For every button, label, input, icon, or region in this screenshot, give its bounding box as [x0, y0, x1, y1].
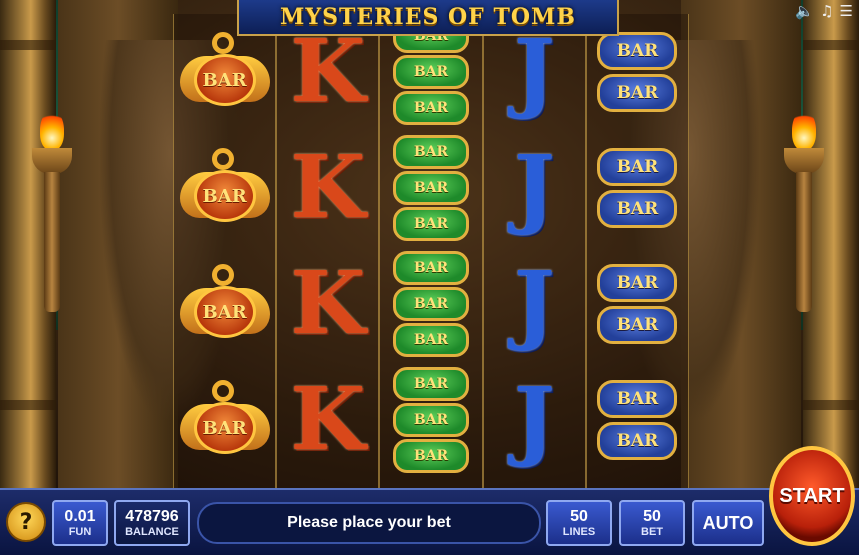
sound-controls: 🔈 ♫ ☰	[795, 2, 853, 20]
coin-label: FUN	[68, 525, 92, 538]
speaker-icon[interactable]: 🔈	[795, 2, 814, 20]
symbol-blue-double-bar: BAR BAR	[587, 130, 688, 246]
symbol-green-bar-stack: BAR BAR BAR	[380, 130, 481, 246]
symbol-j: J	[513, 253, 555, 354]
bet-value: 50	[643, 507, 661, 525]
coin-value-button[interactable]: 0.01 FUN	[52, 500, 108, 546]
symbol-k: K	[290, 253, 366, 354]
help-button[interactable]: ?	[6, 502, 46, 542]
reel-5: BAR BAR BAR BAR BAR BAR BAR BAR	[585, 14, 690, 488]
symbol-k: K	[290, 137, 366, 238]
balance-value: 478796	[125, 507, 179, 525]
symbol-blue-double-bar: BAR BAR	[587, 362, 688, 478]
symbol-j: J	[513, 369, 555, 470]
music-note-icon[interactable]: ♫	[820, 2, 833, 20]
balance-label: BALANCE	[125, 525, 179, 538]
symbol-blue-double-bar: BAR BAR	[587, 246, 688, 362]
coin-value: 0.01	[64, 507, 96, 525]
status-message: Please place your bet	[197, 502, 541, 544]
bet-label: BET	[641, 525, 663, 538]
reel-3: BAR BAR BAR BAR BAR BAR BAR BAR BAR BAR …	[379, 14, 483, 488]
lines-button[interactable]: 50 LINES	[546, 500, 612, 546]
auto-button[interactable]: AUTO	[692, 500, 764, 546]
reel-2: K K K K	[276, 14, 380, 488]
reels-area: BAR BAR BAR BAR K K K K BAR BAR BAR BAR …	[173, 14, 690, 488]
game-title-plate: MYSTERIES OF TOMB	[237, 0, 619, 36]
game-title: MYSTERIES OF TOMB	[280, 4, 576, 30]
start-label: START	[779, 484, 845, 507]
symbol-k: K	[290, 369, 366, 470]
control-bar: ? 0.01 FUN 478796 BALANCE Please place y…	[0, 488, 859, 555]
game-scene: BAR BAR BAR BAR K K K K BAR BAR BAR BAR …	[0, 0, 859, 488]
reel-4: J J J J	[482, 14, 586, 488]
lines-value: 50	[570, 507, 588, 525]
help-label: ?	[19, 509, 33, 535]
right-torch-icon	[782, 110, 826, 312]
left-torch-icon	[30, 110, 74, 312]
lines-label: LINES	[562, 525, 596, 538]
lines-icon[interactable]: ☰	[840, 2, 853, 20]
balance-display: 478796 BALANCE	[114, 500, 190, 546]
symbol-green-bar-stack: BAR BAR BAR	[380, 246, 481, 362]
reel-1: BAR BAR BAR BAR	[173, 14, 277, 488]
symbol-green-bar-stack: BAR BAR BAR	[380, 362, 481, 478]
symbol-orange-bar: BAR	[174, 246, 275, 362]
symbol-j: J	[513, 137, 555, 238]
start-button[interactable]: START	[769, 446, 855, 546]
symbol-orange-bar: BAR	[174, 362, 275, 478]
bet-button[interactable]: 50 BET	[619, 500, 685, 546]
symbol-orange-bar: BAR	[174, 130, 275, 246]
